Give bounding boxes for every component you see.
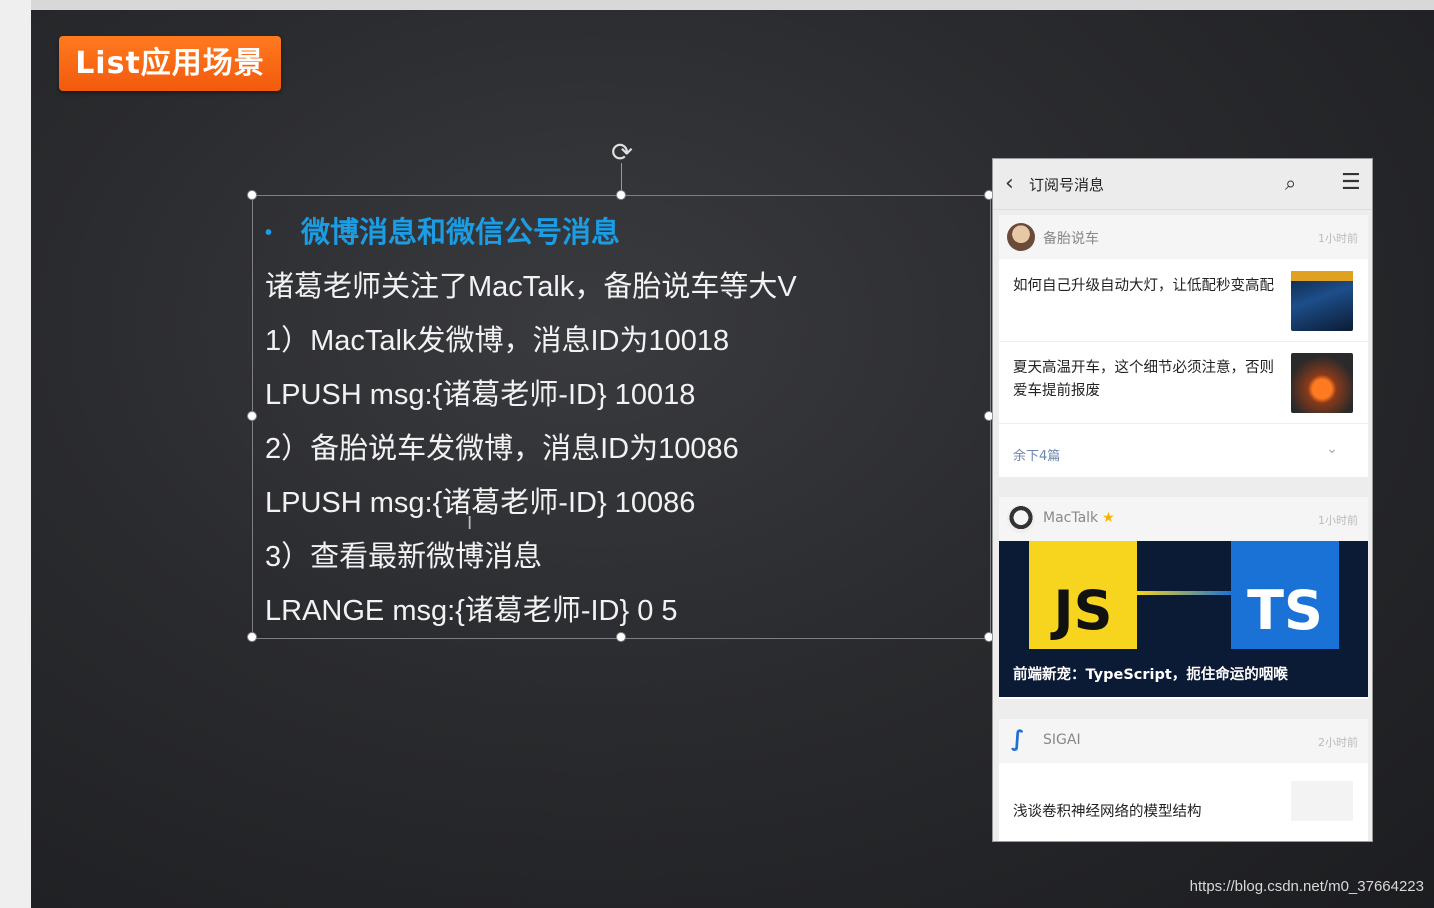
card-header: ∫ SIGAI 2小时前 (999, 719, 1368, 763)
account-name: 备胎说车 (1043, 231, 1099, 247)
article-title: 夏天高温开车，这个细节必须注意，否则爱车提前报废 (1013, 360, 1274, 399)
heading-line: • 微博消息和微信公号消息 (265, 206, 797, 260)
article-thumbnail (1291, 271, 1353, 331)
article-item[interactable]: 浅谈卷积神经网络的模型结构 (999, 763, 1368, 833)
article-item[interactable]: 夏天高温开车，这个细节必须注意，否则爱车提前报废 (999, 341, 1368, 424)
article-title: 如何自己升级自动大灯，让低配秒变高配 (1013, 278, 1274, 294)
card-header: MacTalk ★ 1小时前 (999, 497, 1368, 541)
account-name: SIGAI (1043, 732, 1081, 748)
back-icon[interactable]: ‹ (1005, 171, 1014, 196)
article-banner[interactable]: JS TS 前端新宠：TypeScript，扼住命运的咽喉 (999, 541, 1368, 697)
rotate-icon[interactable]: ⟳ (608, 139, 636, 167)
text-line-step1: 1）MacTalk发微博，消息ID为10018 (265, 325, 730, 357)
article-thumbnail (1291, 353, 1353, 413)
account-card-beitai[interactable]: 备胎说车 1小时前 如何自己升级自动大灯，让低配秒变高配 夏天高温开车，这个细节… (999, 215, 1368, 477)
text-line-step2: 2）备胎说车发微博，消息ID为10086 (265, 433, 739, 465)
slide-title: List应用场景 (59, 36, 281, 91)
avatar (1007, 505, 1035, 533)
account-name: MacTalk ★ (1043, 510, 1115, 526)
js-logo: JS (1029, 541, 1137, 649)
timestamp: 2小时前 (1318, 736, 1358, 749)
article-item[interactable]: 如何自己升级自动大灯，让低配秒变高配 (999, 259, 1368, 342)
card-header: 备胎说车 1小时前 (999, 215, 1368, 259)
resize-handle-n[interactable] (616, 190, 626, 200)
code-line-lpush-1: LPUSH msg:{诸葛老师-ID} 10018 (265, 379, 696, 411)
bullet-icon: • (265, 222, 273, 244)
phone-screenshot: ‹ 订阅号消息 ⌕ ☰ 备胎说车 1小时前 如何自己升级自动大灯，让低配秒变高配… (992, 158, 1373, 842)
article-title: 浅谈卷积神经网络的模型结构 (1013, 804, 1202, 820)
text-cursor-icon: I (467, 513, 473, 534)
more-articles-link[interactable]: 余下4篇 (1013, 445, 1060, 464)
resize-handle-w[interactable] (247, 411, 257, 421)
slide-canvas: List应用场景 ⟳ • 微博消息和微信公号消息 诸葛老师关注了MacTalk，备… (31, 10, 1434, 908)
text-line-step3: 3）查看最新微博消息 (265, 541, 543, 573)
menu-icon[interactable]: ☰ (1341, 170, 1361, 195)
top-strip (0, 0, 1434, 10)
connector-line (1137, 591, 1231, 595)
account-card-mactalk[interactable]: MacTalk ★ 1小时前 JS TS 前端新宠：TypeScript，扼住命运… (999, 497, 1368, 699)
ts-logo: TS (1231, 541, 1339, 649)
article-thumbnail (1291, 781, 1353, 821)
nav-title: 订阅号消息 (1029, 176, 1105, 194)
star-icon: ★ (1102, 510, 1115, 526)
text-line-follow: 诸葛老师关注了MacTalk，备胎说车等大V (265, 271, 797, 303)
left-strip (0, 0, 31, 908)
timestamp: 1小时前 (1318, 514, 1358, 527)
resize-handle-nw[interactable] (247, 190, 257, 200)
banner-caption: 前端新宠：TypeScript，扼住命运的咽喉 (1013, 667, 1288, 683)
sigai-logo-icon: ∫ (1011, 727, 1025, 752)
code-line-lrange: LRANGE msg:{诸葛老师-ID} 0 5 (265, 595, 678, 627)
timestamp: 1小时前 (1318, 232, 1358, 245)
heading-text: 微博消息和微信公号消息 (301, 217, 621, 249)
resize-handle-sw[interactable] (247, 632, 257, 642)
chevron-down-icon[interactable]: ⌄ (1326, 441, 1338, 457)
slide-text-body[interactable]: • 微博消息和微信公号消息 诸葛老师关注了MacTalk，备胎说车等大V 1）Ma… (265, 206, 797, 638)
account-card-sigai[interactable]: ∫ SIGAI 2小时前 浅谈卷积神经网络的模型结构 (999, 719, 1368, 841)
watermark: https://blog.csdn.net/m0_37664223 (1189, 878, 1424, 895)
search-icon[interactable]: ⌕ (1285, 171, 1296, 195)
avatar (1007, 223, 1035, 251)
phone-nav-bar: ‹ 订阅号消息 ⌕ ☰ (993, 159, 1372, 210)
code-line-lpush-2: LPUSH msg:{诸葛老师-ID} 10086 (265, 487, 696, 519)
